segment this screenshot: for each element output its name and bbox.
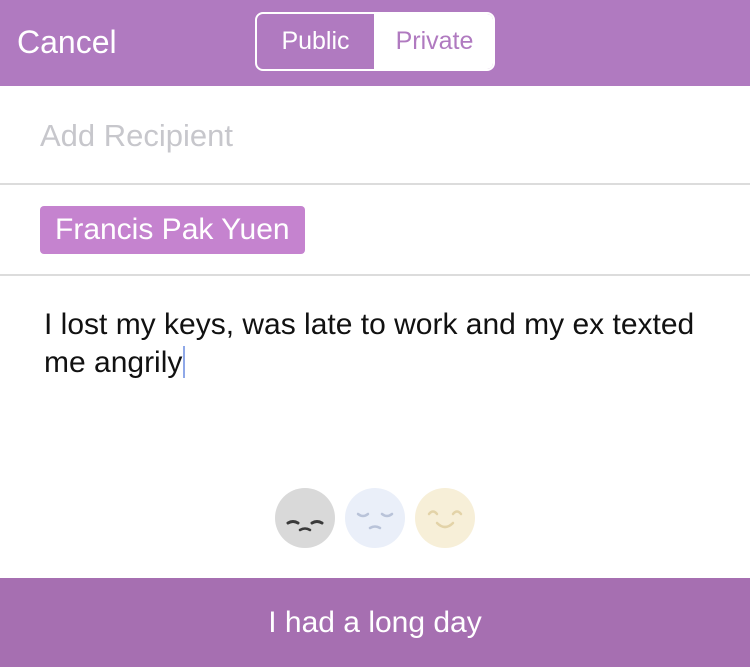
mood-selector [275, 488, 475, 548]
top-bar: Cancel Public Private [0, 0, 750, 86]
message-textarea[interactable]: I lost my keys, was late to work and my … [44, 306, 704, 382]
sad-face-icon[interactable] [275, 488, 335, 548]
add-recipient-input[interactable] [40, 114, 700, 158]
submit-mood-button[interactable]: I had a long day [0, 578, 750, 667]
message-text: I lost my keys, was late to work and my … [44, 308, 695, 379]
segment-public[interactable]: Public [257, 14, 376, 69]
pensive-face-icon[interactable] [345, 488, 405, 548]
segment-private[interactable]: Private [376, 14, 493, 69]
text-caret [183, 346, 186, 378]
recipient-tag[interactable]: Francis Pak Yuen [40, 206, 305, 254]
visibility-segmented-control: Public Private [255, 12, 495, 71]
recipient-row [0, 86, 750, 185]
happy-face-icon[interactable] [415, 488, 475, 548]
recipient-tags-row: Francis Pak Yuen [0, 185, 750, 276]
cancel-button[interactable]: Cancel [17, 22, 117, 62]
